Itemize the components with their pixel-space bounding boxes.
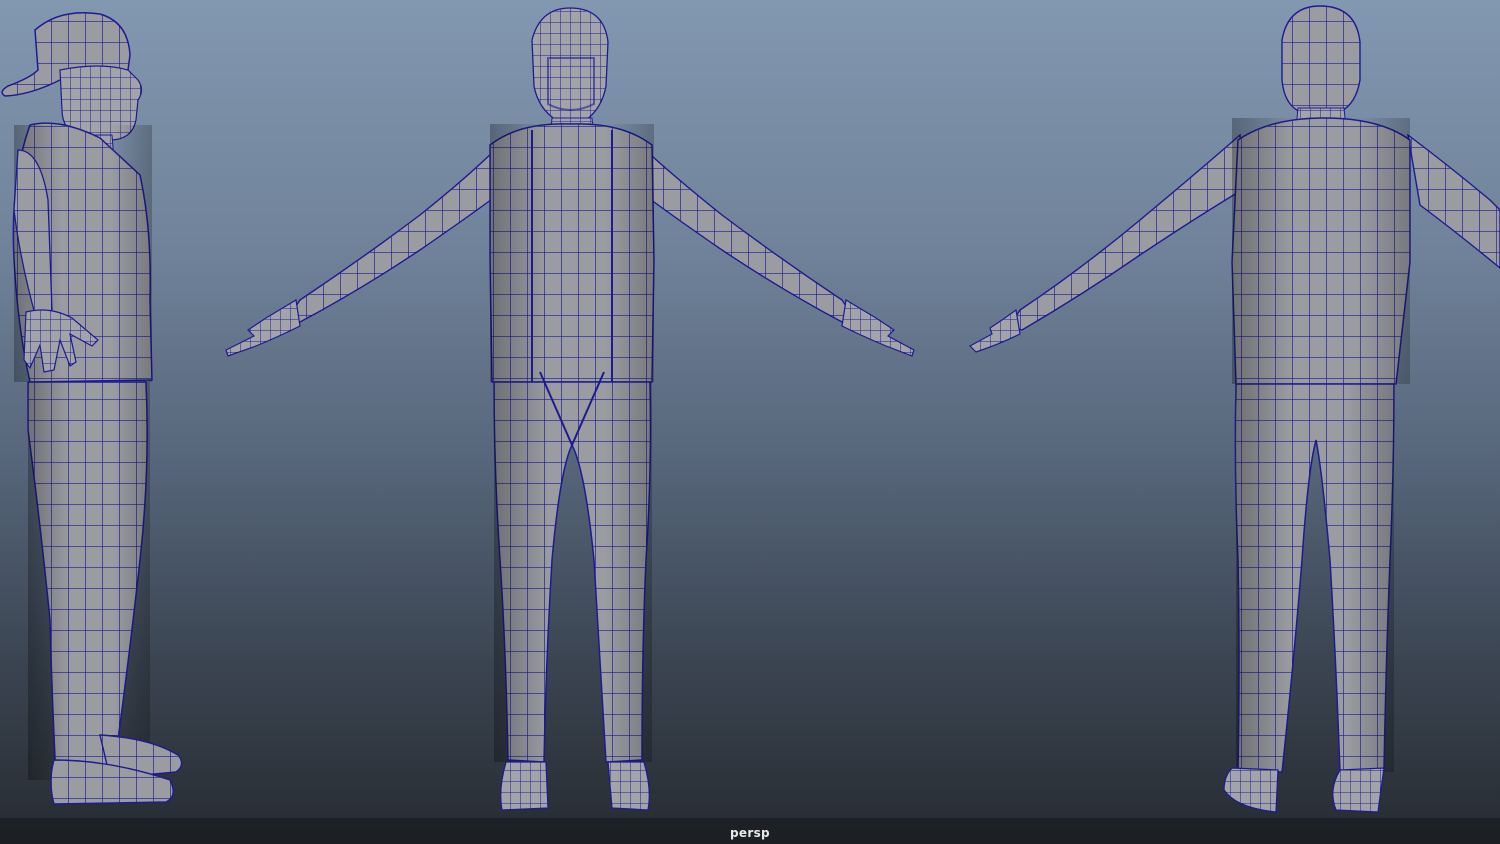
- character-mesh-front[interactable]: [225, 7, 915, 811]
- shoe-left-mesh: [1223, 767, 1279, 813]
- maya-viewport[interactable]: persp: [0, 0, 1500, 844]
- head-mesh: [1281, 5, 1361, 113]
- arm-left-mesh: [1008, 133, 1243, 331]
- arm-right-mesh: [1407, 133, 1500, 269]
- arm-right-mesh: [637, 143, 856, 323]
- character-mesh-side[interactable]: [1, 11, 183, 805]
- hand-left-mesh: [225, 299, 301, 357]
- shoe-right-mesh: [607, 761, 650, 811]
- shoe-right-mesh: [1332, 767, 1385, 813]
- scene-canvas[interactable]: [0, 0, 1500, 844]
- hand-left-mesh: [969, 308, 1021, 353]
- arm-left-mesh: [286, 143, 505, 323]
- hand-right-mesh: [841, 299, 915, 357]
- character-mesh-back[interactable]: [969, 5, 1500, 813]
- head-mesh: [531, 7, 609, 121]
- shoe-left-mesh: [500, 761, 549, 811]
- camera-name-label: persp: [730, 826, 770, 840]
